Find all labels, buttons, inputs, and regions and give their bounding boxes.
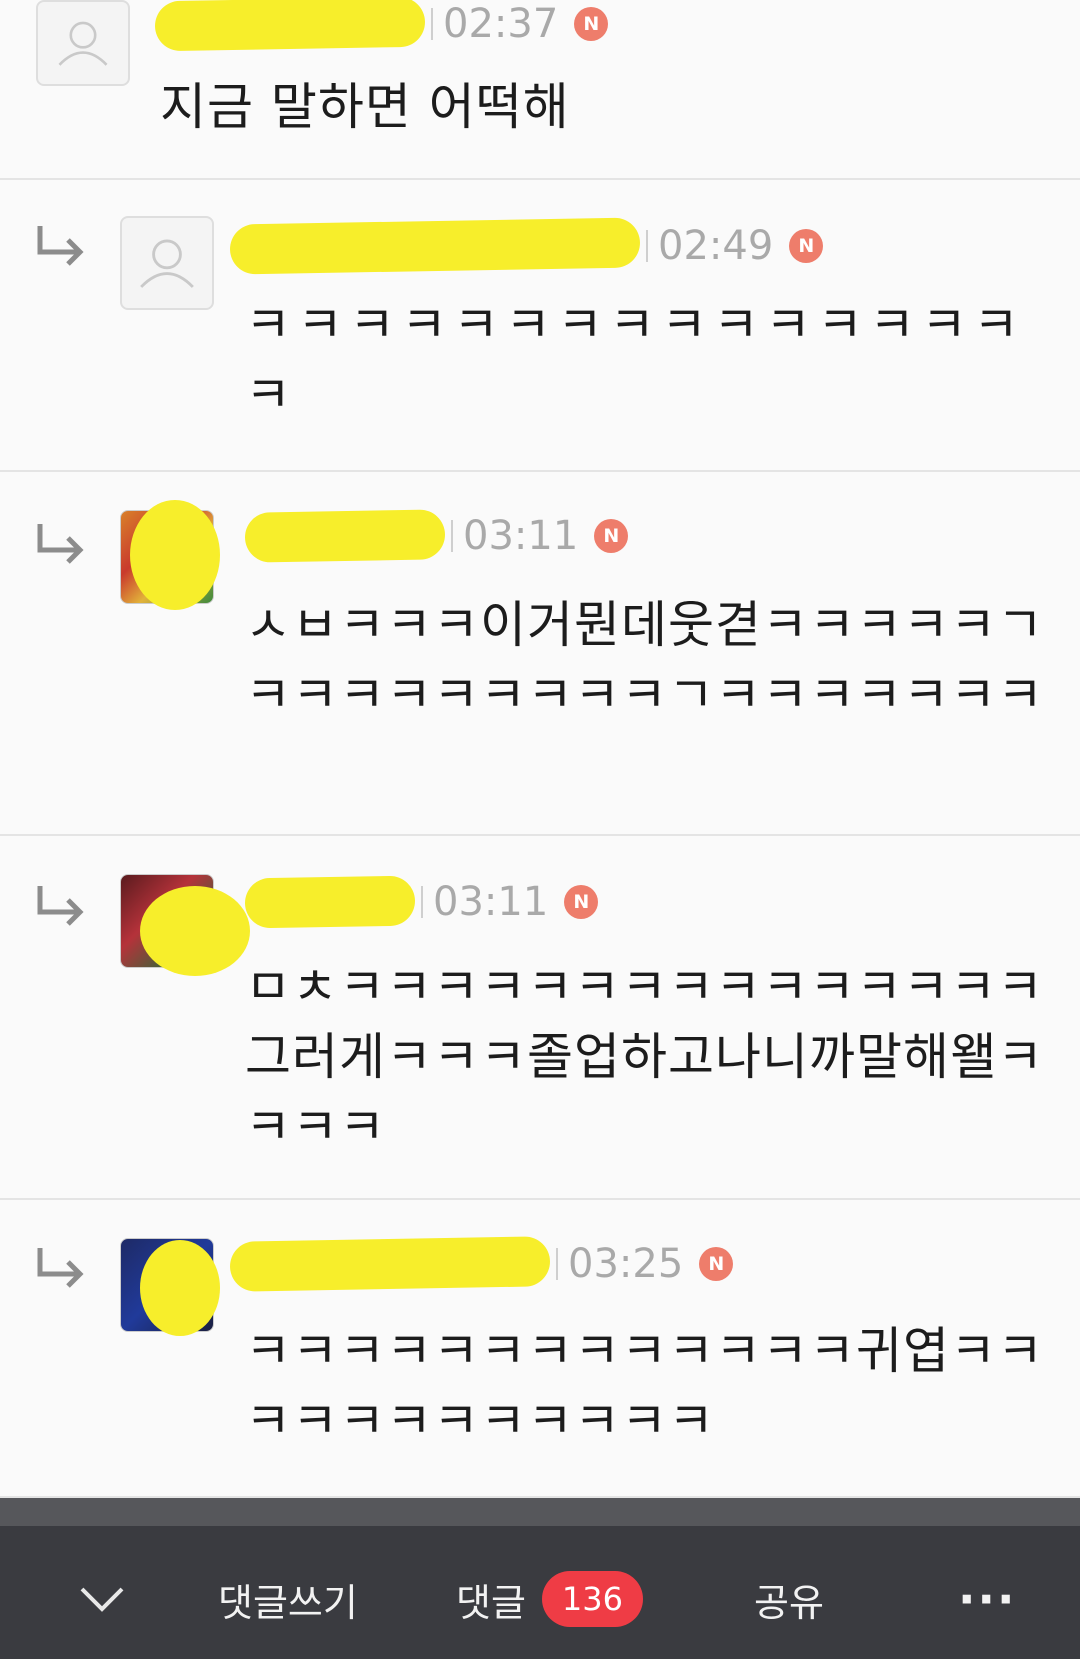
new-badge: N — [699, 1247, 734, 1281]
reply-arrow-icon — [34, 520, 88, 574]
share-label: 공유 — [754, 1580, 824, 1625]
comment-text: ㅋㅋㅋㅋㅋㅋㅋㅋㅋㅋㅋㅋㅋ귀엽ㅋㅋㅋㅋㅋㅋㅋㅋㅋㅋㅋㅋ — [245, 1322, 1044, 1450]
new-badge: N — [574, 7, 609, 41]
comment-meta: 03:11 N — [244, 872, 599, 932]
comments-label: 댓글 — [456, 1580, 526, 1625]
author-name-redacted[interactable] — [244, 875, 416, 929]
avatar-redaction — [140, 1240, 220, 1336]
comment-meta: 02:49 N — [229, 216, 824, 276]
comment-meta: 03:11 N — [244, 506, 629, 566]
author-name-redacted[interactable] — [244, 509, 446, 563]
more-button[interactable]: ··· — [958, 1566, 1016, 1632]
new-badge: N — [594, 519, 629, 553]
comment-count-badge: 136 — [541, 1571, 643, 1627]
write-comment-label: 댓글쓰기 — [218, 1580, 358, 1625]
comment-time: 03:11 — [463, 513, 579, 559]
comment-time: 03:25 — [568, 1241, 684, 1287]
share-button[interactable]: 공유 — [754, 1566, 824, 1632]
default-profile-icon — [58, 21, 108, 66]
author-name-redacted[interactable] — [154, 0, 426, 52]
comment-text: ㅋㅋㅋㅋㅋㅋㅋㅋㅋㅋㅋㅋㅋㅋㅋ ㅋ — [245, 296, 1025, 424]
author-name-redacted[interactable] — [229, 217, 641, 275]
comment-text: ㅁㅊㅋㅋㅋㅋㅋㅋㅋㅋㅋㅋㅋㅋㅋㅋㅋ그러게ㅋㅋㅋ졸업하고나니까말해왤ㅋㅋㅋㅋ — [245, 958, 1044, 1156]
comment-text: 지금 말하면 어떡해 — [160, 78, 570, 136]
collapse-button[interactable] — [78, 1566, 126, 1632]
separator — [451, 520, 453, 552]
more-icon: ··· — [958, 1572, 1017, 1626]
separator — [646, 230, 648, 262]
author-name-redacted[interactable] — [229, 1236, 551, 1292]
avatar[interactable] — [36, 0, 130, 86]
separator — [431, 8, 433, 40]
reply-item: 03:25 N ㅋㅋㅋㅋㅋㅋㅋㅋㅋㅋㅋㅋㅋ귀엽ㅋㅋㅋㅋㅋㅋㅋㅋㅋㅋㅋㅋ — [0, 1200, 1080, 1498]
comment-time: 03:11 — [433, 879, 549, 925]
avatar-redaction — [140, 886, 250, 976]
reply-arrow-icon — [34, 882, 88, 936]
comment-time: 02:49 — [658, 223, 774, 269]
separator — [556, 1248, 558, 1280]
comment-time: 02:37 — [443, 1, 559, 47]
bottom-action-bar: 댓글쓰기 댓글 136 공유 ··· — [0, 1498, 1080, 1659]
separator — [421, 886, 423, 918]
write-comment-button[interactable]: 댓글쓰기 — [218, 1566, 358, 1632]
avatar-redaction — [130, 500, 220, 610]
avatar[interactable] — [120, 216, 214, 310]
chevron-down-icon — [80, 1587, 124, 1612]
comment-meta: 02:37 N — [154, 0, 609, 54]
reply-item: 02:49 N ㅋㅋㅋㅋㅋㅋㅋㅋㅋㅋㅋㅋㅋㅋㅋ ㅋ — [0, 180, 1080, 472]
default-profile-icon — [140, 239, 194, 288]
reply-item: 03:11 N ㅁㅊㅋㅋㅋㅋㅋㅋㅋㅋㅋㅋㅋㅋㅋㅋㅋ그러게ㅋㅋㅋ졸업하고나니까말해… — [0, 836, 1080, 1200]
reply-arrow-icon — [34, 1244, 88, 1298]
comment-meta: 03:25 N — [229, 1234, 734, 1294]
comment-item: 02:37 N 지금 말하면 어떡해 — [0, 0, 1080, 180]
new-badge: N — [564, 885, 599, 919]
comments-button[interactable]: 댓글 136 — [456, 1566, 643, 1632]
new-badge: N — [789, 229, 824, 263]
reply-item: 03:11 N ㅅㅂㅋㅋㅋ이거뭔데웃겯ㅋㅋㅋㅋㅋㄱㅋㅋㅋㅋㅋㅋㅋㅋㅋㄱㅋㅋㅋㅋㅋ… — [0, 472, 1080, 836]
comment-text: ㅅㅂㅋㅋㅋ이거뭔데웃겯ㅋㅋㅋㅋㅋㄱㅋㅋㅋㅋㅋㅋㅋㅋㅋㄱㅋㅋㅋㅋㅋㅋㅋ — [245, 596, 1044, 724]
reply-arrow-icon — [34, 222, 88, 276]
